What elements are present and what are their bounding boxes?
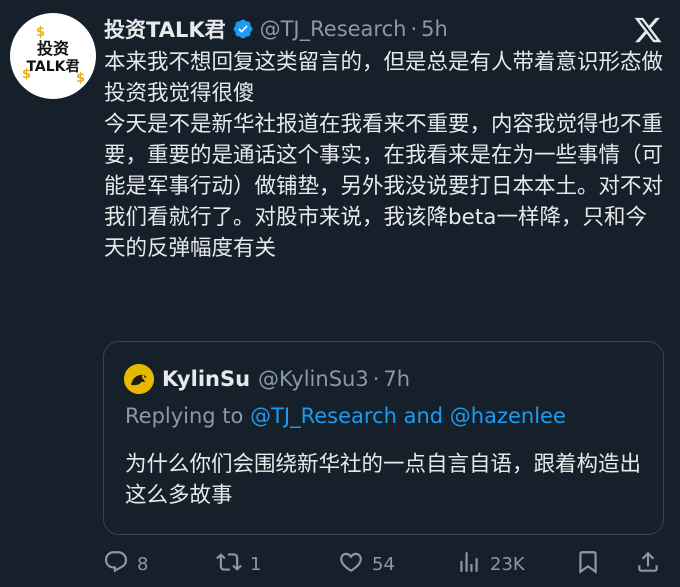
retweet-count: 1 <box>250 553 262 575</box>
tweet-paragraph: 今天是不是新华社报道在我看来不重要，内容我觉得也不重要，重要的是通话这个事实，在… <box>104 112 664 261</box>
mention-link[interactable]: @TJ_Research <box>250 404 397 428</box>
bookmark-button[interactable] <box>575 548 601 580</box>
avatar-text-bottom: TALK君 <box>26 59 80 75</box>
tweet-card: $ $ $ 投资 TALK君 投资TALK君 @TJ_Research · 5h… <box>0 0 680 587</box>
views-icon <box>456 549 482 580</box>
quoted-timestamp[interactable]: 7h <box>383 367 410 391</box>
quoted-tweet-text: 为什么你们会围绕新华社的一点自言自语，跟着构造出这么多故事 <box>125 452 642 508</box>
quoted-tweet-header: KylinSu @KylinSu3 · 7h <box>162 363 410 395</box>
retweet-icon <box>216 549 242 580</box>
bookmark-icon <box>575 549 601 580</box>
reply-count: 8 <box>137 553 149 575</box>
like-button[interactable]: 54 <box>338 548 395 580</box>
view-count: 23K <box>490 553 525 575</box>
author-avatar[interactable]: $ $ $ 投资 TALK君 <box>10 13 96 99</box>
quoted-author-avatar <box>124 364 154 394</box>
share-icon <box>635 549 661 580</box>
replying-to-line: Replying to @TJ_Research and @hazenlee <box>125 404 566 428</box>
author-display-name[interactable]: 投资TALK君 <box>104 14 226 44</box>
author-handle[interactable]: @TJ_Research <box>260 17 407 41</box>
replying-to-label: Replying to <box>125 404 251 428</box>
reply-button[interactable]: 8 <box>103 548 148 580</box>
like-count: 54 <box>372 553 395 575</box>
quoted-tweet[interactable]: KylinSu @KylinSu3 · 7h Replying to @TJ_R… <box>103 341 664 535</box>
views-button[interactable]: 23K <box>456 548 525 580</box>
tweet-header: 投资TALK君 @TJ_Research · 5h <box>104 14 448 44</box>
separator-dot: · <box>372 367 380 391</box>
mention-conjunction: and <box>396 404 450 428</box>
reply-icon <box>103 549 129 580</box>
like-icon <box>338 549 364 580</box>
tweet-timestamp[interactable]: 5h <box>421 17 448 41</box>
retweet-button[interactable]: 1 <box>216 548 261 580</box>
separator-dot: · <box>410 17 418 41</box>
quoted-author-handle[interactable]: @KylinSu3 <box>258 367 369 391</box>
mention-link[interactable]: @hazenlee <box>450 404 566 428</box>
x-logo-icon[interactable] <box>633 15 663 45</box>
share-button[interactable] <box>635 548 661 580</box>
action-bar: 8 1 54 23K <box>100 548 666 580</box>
tweet-text: 本来我不想回复这类留言的，但是总是有人带着意识形态做投资我觉得很傻 今天是不是新… <box>104 47 666 264</box>
tweet-paragraph: 本来我不想回复这类留言的，但是总是有人带着意识形态做投资我觉得很傻 <box>104 50 664 106</box>
verified-badge-icon[interactable] <box>232 18 254 40</box>
quoted-author-name[interactable]: KylinSu <box>162 367 250 391</box>
